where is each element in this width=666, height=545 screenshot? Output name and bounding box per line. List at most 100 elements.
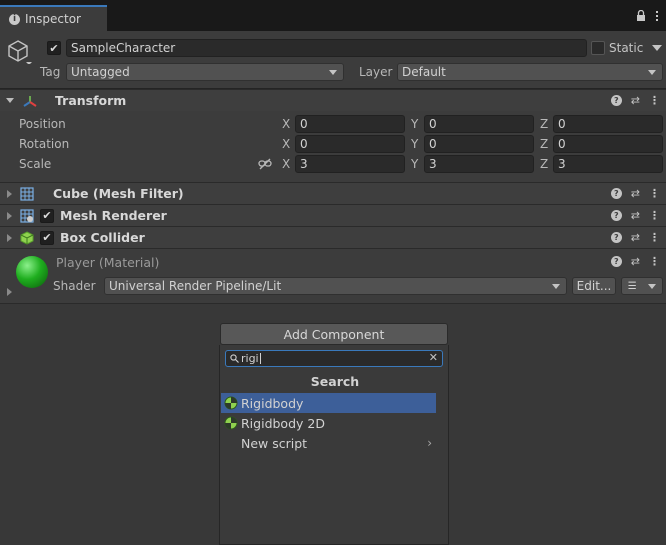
scale-z-field[interactable]: 3 [553,155,663,173]
presets-icon[interactable]: ⇄ [631,187,640,200]
shader-dropdown[interactable]: Universal Render Pipeline/Lit [104,277,567,295]
tab-bar: i Inspector [0,0,666,31]
kebab-menu-icon[interactable] [656,10,658,21]
static-checkbox[interactable] [591,41,605,55]
kebab-menu-icon[interactable]: ⋮ [649,209,660,222]
shader-value: Universal Render Pipeline/Lit [109,279,282,293]
add-component-popup: rigi ✕ Search Rigidbody Rigidbody 2D New… [219,345,449,545]
axis-y-label: Y [411,117,419,131]
chevron-down-icon [648,69,656,75]
static-dropdown-icon[interactable] [652,45,662,52]
axis-x-label: X [282,117,291,131]
rotation-y-field[interactable]: 0 [424,135,534,153]
axis-x-label: X [282,157,291,171]
material-options-dropdown[interactable]: ☰ [621,277,663,295]
presets-icon[interactable]: ⇄ [631,94,640,107]
rigidbody-2d-icon [224,416,238,430]
help-icon[interactable]: ? [610,188,622,199]
box-collider-header[interactable]: ✔ Box Collider ? ⇄ ⋮ [0,226,666,248]
axis-z-label: Z [540,117,549,131]
tag-value: Untagged [71,65,130,79]
position-y-field[interactable]: 0 [424,115,534,133]
tab-inspector[interactable]: i Inspector [0,5,107,31]
list-item-label: Rigidbody [241,395,304,411]
mesh-filter-title: Cube (Mesh Filter) [53,186,184,201]
mesh-renderer-enabled-checkbox[interactable]: ✔ [40,208,54,223]
axis-z-label: Z [540,137,549,151]
kebab-menu-icon[interactable]: ⋮ [649,231,660,244]
mesh-filter-icon [20,186,34,201]
help-icon[interactable]: ? [610,256,622,267]
tag-label: Tag [40,65,61,79]
rotation-x-field[interactable]: 0 [295,135,405,153]
active-checkbox[interactable]: ✔ [47,41,61,55]
mesh-filter-header[interactable]: Cube (Mesh Filter) ? ⇄ ⋮ [0,182,666,204]
kebab-menu-icon[interactable]: ⋮ [649,94,660,107]
gameobject-header: ✔ SampleCharacter Static Tag Untagged La… [0,31,666,89]
layer-dropdown[interactable]: Default [397,63,663,81]
search-results-title: Search [310,374,360,389]
foldout-open-icon[interactable] [6,98,14,103]
lock-icon[interactable] [636,10,646,21]
foldout-closed-icon[interactable] [7,211,12,220]
kebab-menu-icon[interactable]: ⋮ [649,187,660,200]
axis-y-label: Y [411,137,419,151]
transform-body: Position X 0 Y 0 Z 0 Rotation X 0 Y 0 Z … [0,111,666,182]
transform-header[interactable]: Transform ? ⇄ ⋮ [0,89,666,111]
mesh-renderer-header[interactable]: ✔ Mesh Renderer ? ⇄ ⋮ [0,204,666,226]
foldout-closed-icon[interactable] [7,233,12,242]
tag-dropdown[interactable]: Untagged [66,63,344,81]
box-collider-icon [20,230,34,245]
constrain-proportions-link-icon[interactable] [258,158,272,170]
text-cursor [259,353,261,364]
list-item-label: New script [241,435,308,451]
chevron-down-icon [329,69,337,75]
presets-icon[interactable]: ⇄ [631,231,640,244]
presets-icon[interactable]: ⇄ [631,209,640,222]
help-icon[interactable]: ? [610,95,622,106]
chevron-down-icon [552,283,560,289]
add-component-button[interactable]: Add Component [220,323,448,345]
chevron-right-icon: › [427,436,432,450]
scale-y-field[interactable]: 3 [424,155,534,173]
search-icon [230,354,239,363]
position-z-field[interactable]: 0 [553,115,663,133]
clear-search-icon[interactable]: ✕ [429,351,438,364]
rigidbody-icon [224,396,238,410]
help-icon[interactable]: ? [610,210,622,221]
scale-x-field[interactable]: 3 [295,155,405,173]
list-item-rigidbody-2d[interactable]: Rigidbody 2D [221,413,436,433]
foldout-closed-icon[interactable] [7,189,12,198]
material-title: Player (Material) [56,255,160,270]
mesh-renderer-icon [20,208,34,223]
tab-label: Inspector [25,12,81,26]
axis-z-label: Z [540,157,549,171]
list-item-rigidbody[interactable]: Rigidbody [221,393,436,413]
axis-x-label: X [282,137,291,151]
transform-axes-icon [23,95,37,107]
kebab-menu-icon[interactable]: ⋮ [649,255,660,268]
gameobject-cube-icon[interactable] [6,38,32,64]
axis-y-label: Y [411,157,419,171]
material-section: Player (Material) ? ⇄ ⋮ Shader Universal… [0,248,666,303]
list-item-label: Rigidbody 2D [241,415,325,431]
box-collider-title: Box Collider [60,230,145,245]
object-name-field[interactable]: SampleCharacter [66,39,587,57]
transform-title: Transform [55,93,127,108]
foldout-closed-icon[interactable] [7,288,12,296]
inspector-divider [0,303,666,313]
box-collider-enabled-checkbox[interactable]: ✔ [40,230,54,245]
mesh-renderer-title: Mesh Renderer [60,208,167,223]
list-item-new-script[interactable]: New script › [221,433,436,453]
rotation-z-field[interactable]: 0 [553,135,663,153]
static-label: Static [609,41,644,55]
presets-icon[interactable]: ⇄ [631,255,640,268]
component-search-input[interactable]: rigi ✕ [225,350,443,367]
position-x-field[interactable]: 0 [295,115,405,133]
shader-label: Shader [53,279,96,293]
list-icon: ☰ [627,280,637,292]
search-input-value: rigi [241,352,259,365]
help-icon[interactable]: ? [610,232,622,243]
material-preview-sphere[interactable] [16,256,48,288]
edit-shader-button[interactable]: Edit... [572,277,616,295]
